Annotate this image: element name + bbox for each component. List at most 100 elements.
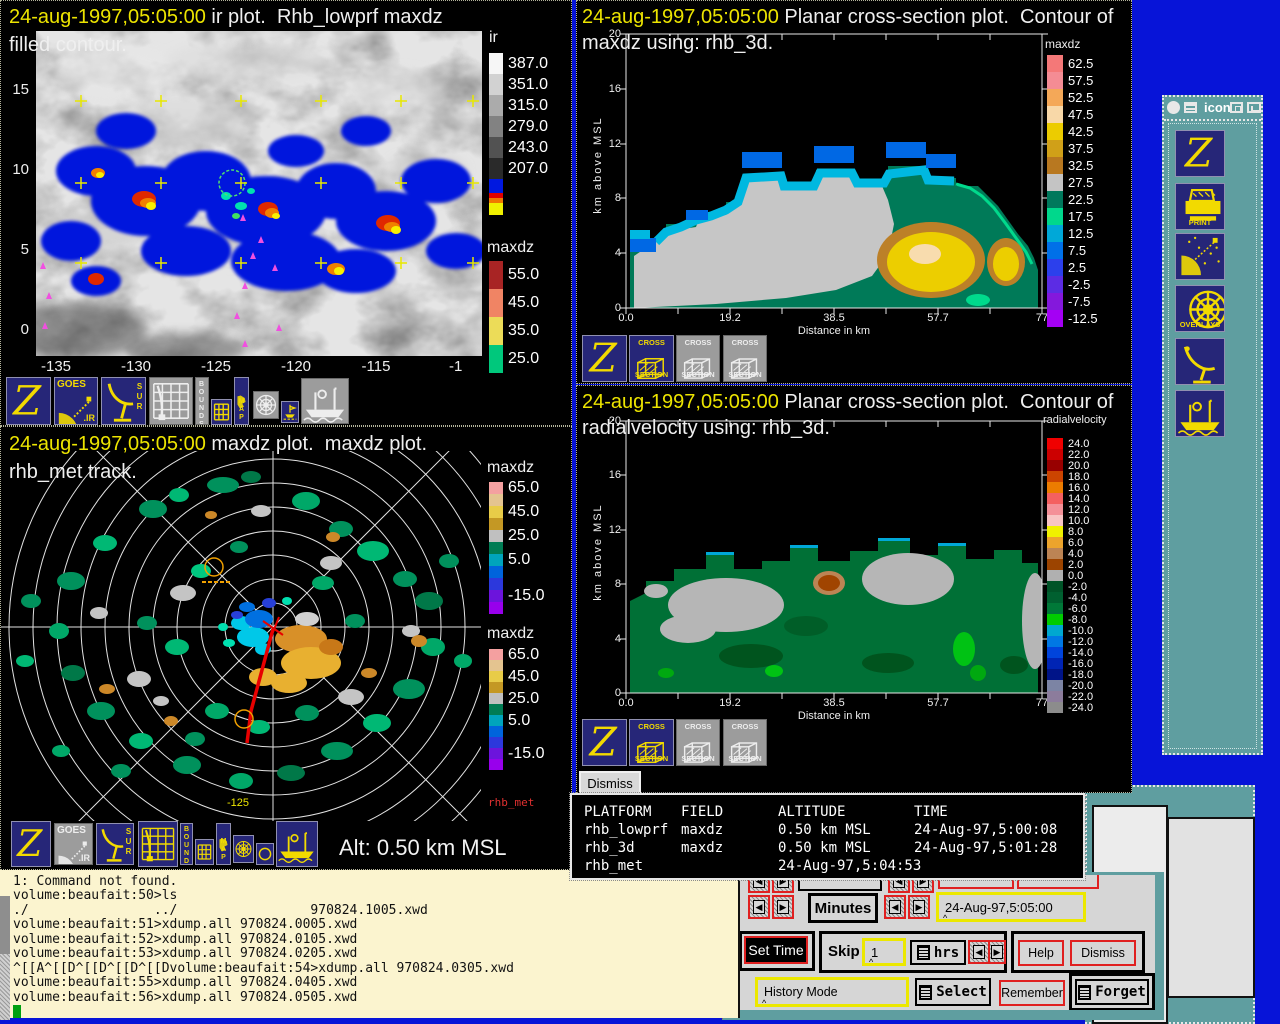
colorbar-swatch	[1047, 515, 1063, 526]
table-cell: rhb_met	[584, 858, 644, 874]
minutes-forward-button[interactable]: ▶	[772, 895, 794, 919]
skip-field[interactable]: 1 ^	[862, 938, 906, 967]
colorbar-value: 12.5	[1068, 226, 1094, 241]
colorbar-value: 37.5	[1068, 141, 1094, 156]
surveillance-button[interactable]: SUR	[96, 823, 134, 865]
titlebar-menu-button[interactable]	[1184, 102, 1197, 113]
zeb-logo-button[interactable]	[582, 335, 627, 382]
terminal-scrollbar-thumb[interactable]	[0, 896, 10, 954]
titlebar-iconify-button[interactable]	[1247, 102, 1261, 113]
colorbar-swatch	[489, 726, 503, 737]
cross-section-button[interactable]: CROSS SECTION	[723, 335, 767, 382]
maxdz-contour-plot[interactable]	[620, 33, 1048, 314]
bounds-button[interactable]: BOUNDS	[195, 377, 209, 425]
ppi-radar-display[interactable]	[1, 451, 481, 821]
cross-section-button[interactable]: CROSS SECTION	[676, 335, 720, 382]
y-tick: 0	[20, 321, 29, 338]
dismiss-button[interactable]: Dismiss	[1070, 940, 1136, 966]
grid-track-button[interactable]	[149, 377, 193, 425]
colorbar-swatch	[489, 554, 503, 566]
colorbar-row: -7.5	[1047, 293, 1098, 310]
table-header-cell: PLATFORM	[584, 804, 652, 820]
print-button[interactable]: PRINT	[1175, 183, 1225, 230]
zeb-logo-button[interactable]	[11, 821, 51, 867]
ship-button[interactable]	[301, 378, 349, 424]
time-back-button[interactable]: ◀	[884, 895, 906, 919]
colorbar-value: 2.5	[1068, 260, 1087, 275]
overlays-button[interactable]: OVERLAYS	[1175, 285, 1225, 332]
overlays-target-button[interactable]	[253, 391, 279, 419]
circle-button[interactable]	[256, 843, 274, 865]
colorbar-swatch	[489, 530, 503, 542]
cross-section-button-active[interactable]: CROSS SECTION	[629, 335, 674, 382]
time-field[interactable]: 24-Aug-97,5:05:00 ^	[936, 892, 1086, 923]
radar-dish-button[interactable]	[1175, 338, 1225, 385]
colorbar-title: maxdz	[1045, 37, 1081, 51]
forget-dropdown[interactable]: Forget	[1075, 979, 1149, 1005]
map-button[interactable]: MAP	[216, 823, 231, 865]
help-button[interactable]: Help	[1018, 940, 1064, 966]
time-forward-button[interactable]: ▶	[908, 895, 930, 919]
colorbar-swatch	[1047, 208, 1063, 225]
titlebar-restore-button[interactable]	[1230, 102, 1243, 113]
y-tick: 20	[608, 28, 621, 40]
overlays-target-button[interactable]	[233, 835, 254, 863]
goes-ir-button[interactable]: GOES .IR	[54, 377, 98, 425]
satellite-button[interactable]	[1175, 233, 1225, 280]
map-button[interactable]: MAP	[234, 377, 249, 425]
cross-section-button-active[interactable]: CROSS SECTION	[629, 719, 674, 766]
minutes-button[interactable]: Minutes	[808, 893, 878, 923]
colorbar-value: -24.0	[1068, 701, 1094, 714]
cross-section-button[interactable]: CROSS SECTION	[723, 719, 767, 766]
goes-ir-button[interactable]: GOES .IR	[54, 823, 93, 865]
colorbar-value: 22.5	[1068, 192, 1094, 207]
zeb-logo-button[interactable]	[582, 719, 627, 766]
colorbar-value: -12.5	[1068, 311, 1098, 326]
zeb-logo-button[interactable]	[6, 377, 51, 425]
colorbar-swatch	[1047, 581, 1063, 592]
colorbar-swatch	[489, 179, 503, 193]
colorbar-value: 55.0	[508, 266, 540, 283]
titlebar-circle-button[interactable]	[1167, 101, 1180, 114]
colorbar-value: 52.5	[1068, 90, 1094, 105]
skip-forward-button[interactable]: ▶	[988, 940, 1006, 964]
terminal-scrollbar[interactable]	[0, 896, 10, 1020]
small-grid-button[interactable]	[211, 399, 232, 425]
forget-group: Forget	[1069, 973, 1155, 1010]
satellite-ir-image[interactable]	[36, 31, 482, 356]
colorbar-swatch	[489, 203, 503, 215]
y-tick: 12	[608, 524, 621, 536]
colorbar-value: 17.5	[1068, 209, 1094, 224]
hrs-dropdown[interactable]: hrs	[910, 940, 966, 965]
buoy-button[interactable]	[281, 401, 299, 423]
print-label: PRINT	[1188, 218, 1212, 227]
waypoint-tick-marks	[202, 581, 230, 583]
bounds-button[interactable]: BOUNDS	[180, 823, 193, 865]
radialvelocity-contour-plot[interactable]	[620, 420, 1048, 699]
terminal-cursor	[13, 1005, 21, 1018]
grid-track-button[interactable]	[138, 821, 178, 867]
skip-back-button[interactable]: ◀	[968, 940, 990, 964]
x-tick: 38.5	[823, 312, 845, 324]
terminal-screen[interactable]: volume:beaufait:49>11: Command not found…	[13, 859, 734, 1005]
select-dropdown[interactable]: Select	[915, 978, 991, 1006]
colorbar-swatch	[1047, 570, 1063, 581]
terminal-window: volume:beaufait:49>11: Command not found…	[0, 856, 740, 1020]
x-tick: 19.2	[719, 312, 741, 324]
colorbar-row: -2.0	[1047, 581, 1093, 593]
history-mode-field[interactable]: History Mode ^	[755, 977, 909, 1008]
cross-section-button[interactable]: CROSS SECTION	[676, 719, 720, 766]
set-time-button[interactable]: Set Time	[744, 936, 808, 964]
colorbar-swatch	[489, 137, 503, 158]
small-grid-button[interactable]	[195, 839, 214, 865]
zeb-logo-button[interactable]	[1175, 130, 1225, 177]
colorbar-value: 207.0	[508, 159, 549, 177]
ship-button[interactable]	[1175, 390, 1225, 437]
colorbar-swatch	[489, 289, 503, 317]
colorbar-row: 45.0	[489, 668, 544, 685]
surveillance-button[interactable]: SUR	[101, 377, 146, 425]
remember-button[interactable]: Remember	[999, 980, 1065, 1006]
x-tick: -130	[120, 358, 152, 375]
minutes-back-button[interactable]: ◀	[748, 895, 770, 919]
ship-button[interactable]	[276, 821, 318, 867]
